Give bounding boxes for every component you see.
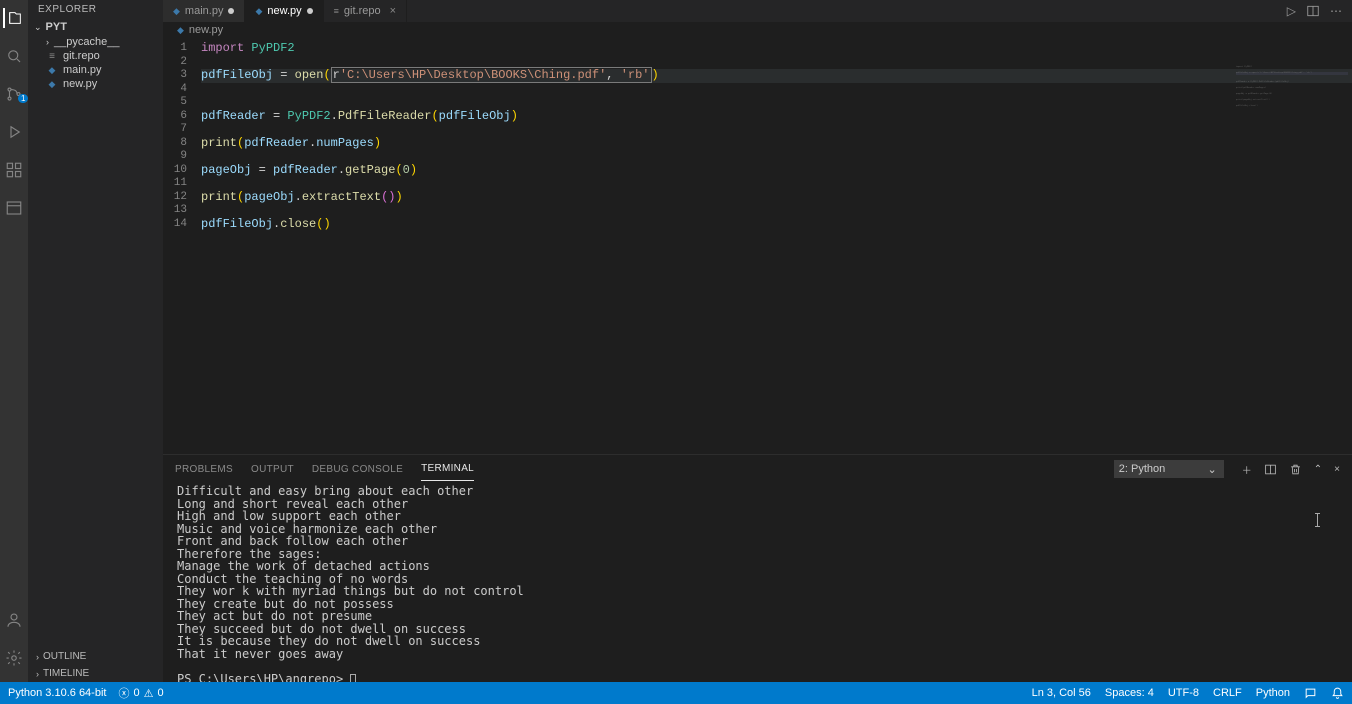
explorer-sidebar: EXPLORER ⌄ PYT __pycache__ git.repo main… <box>28 0 163 682</box>
panel-tab-terminal[interactable]: TERMINAL <box>421 457 474 481</box>
code-editor[interactable]: 1234567891011121314 import PyPDF2 pdfFil… <box>163 38 1352 454</box>
dirty-indicator-icon <box>307 8 313 14</box>
outline-section[interactable]: OUTLINE <box>28 648 163 665</box>
panel-tab-debug[interactable]: DEBUG CONSOLE <box>312 458 403 481</box>
notifications-icon[interactable] <box>1331 687 1344 700</box>
status-cursor-pos[interactable]: Ln 3, Col 56 <box>1032 687 1091 699</box>
status-encoding[interactable]: UTF-8 <box>1168 687 1199 699</box>
tab-main[interactable]: ◆ main.py <box>163 0 245 22</box>
close-icon[interactable]: × <box>390 5 396 17</box>
search-icon[interactable] <box>4 46 24 66</box>
line-gutter: 1234567891011121314 <box>163 38 195 454</box>
python-icon: ◆ <box>177 25 184 36</box>
scm-badge: 1 <box>18 94 28 103</box>
sidebar-title: EXPLORER <box>28 0 163 19</box>
run-debug-icon[interactable] <box>4 122 24 142</box>
terminal-selector[interactable]: 2: Python ⌄ <box>1114 460 1224 478</box>
new-terminal-icon[interactable]: ＋ <box>1242 462 1252 477</box>
python-icon: ◆ <box>173 6 180 17</box>
error-icon: ⓧ <box>118 685 129 701</box>
file-python-icon <box>46 64 58 76</box>
panel-tab-output[interactable]: OUTPUT <box>251 458 294 481</box>
editor-actions: ▷ ⋯ <box>1287 0 1352 22</box>
status-eol[interactable]: CRLF <box>1213 687 1242 699</box>
file-tree: __pycache__ git.repo main.py new.py <box>28 35 163 91</box>
file-python-icon <box>46 78 58 90</box>
tab-gitrepo[interactable]: ≡ git.repo × <box>324 0 407 22</box>
split-terminal-icon[interactable] <box>1264 463 1277 476</box>
account-icon[interactable] <box>4 610 24 630</box>
source-control-icon[interactable]: 1 <box>4 84 24 104</box>
explorer-icon[interactable] <box>3 8 23 28</box>
bottom-panel: PROBLEMS OUTPUT DEBUG CONSOLE TERMINAL 2… <box>163 454 1352 682</box>
split-icon[interactable] <box>1306 4 1320 18</box>
panel-tabs: PROBLEMS OUTPUT DEBUG CONSOLE TERMINAL 2… <box>163 455 1352 483</box>
chevron-down-icon: ⌄ <box>34 22 42 33</box>
root-name: PYT <box>46 21 67 33</box>
chevron-down-icon: ⌄ <box>1208 463 1217 476</box>
status-problems[interactable]: ⓧ0 ⚠0 <box>118 685 163 701</box>
extensions-icon[interactable] <box>4 160 24 180</box>
close-panel-icon[interactable]: × <box>1334 464 1340 475</box>
tree-folder-pycache[interactable]: __pycache__ <box>42 35 163 49</box>
status-bar: Python 3.10.6 64-bit ⓧ0 ⚠0 Ln 3, Col 56 … <box>0 682 1352 704</box>
panel-tab-problems[interactable]: PROBLEMS <box>175 458 233 481</box>
maximize-panel-icon[interactable]: ⌃ <box>1314 464 1322 475</box>
warning-icon: ⚠ <box>144 687 154 700</box>
timeline-section[interactable]: TIMELINE <box>28 665 163 682</box>
settings-gear-icon[interactable] <box>4 648 24 668</box>
dirty-indicator-icon <box>228 8 234 14</box>
text-cursor-icon <box>1317 513 1318 527</box>
code-content[interactable]: import PyPDF2 pdfFileObj = open(r'C:\Use… <box>195 38 1352 454</box>
feedback-icon[interactable] <box>1304 687 1317 700</box>
tree-file-main[interactable]: main.py <box>42 63 163 77</box>
editor-tabs: ◆ main.py ◆ new.py ≡ git.repo × ▷ <box>163 0 1352 22</box>
python-icon: ◆ <box>255 6 262 17</box>
tree-file-new[interactable]: new.py <box>42 77 163 91</box>
breadcrumb[interactable]: ◆ new.py <box>163 22 1352 38</box>
run-icon[interactable]: ▷ <box>1287 4 1296 18</box>
more-icon[interactable]: ⋯ <box>1330 4 1342 18</box>
file-text-icon <box>46 50 58 62</box>
layout-icon[interactable] <box>4 198 24 218</box>
kill-terminal-icon[interactable] <box>1289 463 1302 476</box>
editor-area: ◆ main.py ◆ new.py ≡ git.repo × ▷ <box>163 0 1352 682</box>
status-indent[interactable]: Spaces: 4 <box>1105 687 1154 699</box>
tree-file-gitrepo[interactable]: git.repo <box>42 49 163 63</box>
activity-bar: 1 <box>0 0 28 682</box>
status-language[interactable]: Python <box>1256 687 1290 699</box>
file-text-icon: ≡ <box>334 6 339 16</box>
tab-new[interactable]: ◆ new.py <box>245 0 323 22</box>
folder-root[interactable]: ⌄ PYT <box>28 19 163 35</box>
terminal-output[interactable]: Difficult and easy bring about each othe… <box>163 483 1352 682</box>
status-python-version[interactable]: Python 3.10.6 64-bit <box>8 687 106 699</box>
